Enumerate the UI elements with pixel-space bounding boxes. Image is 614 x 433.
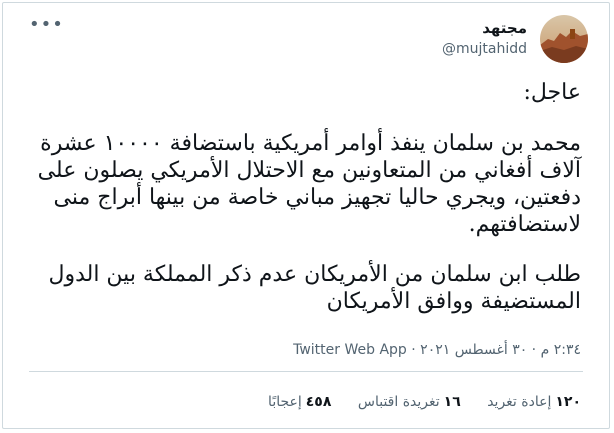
quotes-stat[interactable]: ١٦تغريدة اقتباس [358, 394, 461, 410]
more-options-button[interactable]: ••• [29, 16, 64, 34]
avatar-image [540, 15, 588, 63]
tweet-date[interactable]: ٣٠ أغسطس ٢٠٢١ [420, 342, 527, 358]
meta-separator: · [406, 342, 421, 358]
quotes-count: ١٦ [443, 394, 461, 410]
author-handle[interactable]: @mujtahidd [442, 39, 527, 59]
retweets-stat[interactable]: ١٢٠إعادة تغريد [487, 394, 581, 410]
tweet-stats: ١٢٠إعادة تغريد ١٦تغريدة اقتباس ٤٥٨إعجابً… [268, 394, 581, 410]
divider [29, 371, 583, 372]
likes-label: إعجابًا [268, 394, 302, 410]
quotes-label: تغريدة اقتباس [357, 394, 440, 410]
likes-count: ٤٥٨ [305, 394, 332, 410]
tweet-card: ••• مجتهد @mujtahidd عاجل: محمد بن سلمان… [2, 2, 610, 429]
tweet-metadata: ٢:٣٤ م · ٣٠ أغسطس ٢٠٢١ · Twitter Web App [293, 342, 581, 358]
tweet-source-app[interactable]: Twitter Web App [293, 342, 407, 358]
retweets-label: إعادة تغريد [487, 394, 552, 410]
likes-stat[interactable]: ٤٥٨إعجابًا [268, 394, 331, 410]
tweet-heading: عاجل: [523, 80, 581, 105]
avatar[interactable] [540, 15, 588, 63]
meta-separator: · [527, 342, 541, 358]
tweet-time[interactable]: ٢:٣٤ م [541, 342, 581, 358]
tweet-text: عاجل: محمد بن سلمان ينفذ أوامر أمريكية ب… [29, 79, 581, 315]
tweet-paragraph-1: محمد بن سلمان ينفذ أوامر أمريكية باستضاف… [37, 131, 581, 237]
tweet-paragraph-2: طلب ابن سلمان من الأمريكان عدم ذكر الممل… [48, 262, 581, 314]
author-display-name[interactable]: مجتهد [442, 18, 527, 38]
retweets-count: ١٢٠ [555, 394, 581, 410]
more-horizontal-icon: ••• [29, 14, 64, 35]
